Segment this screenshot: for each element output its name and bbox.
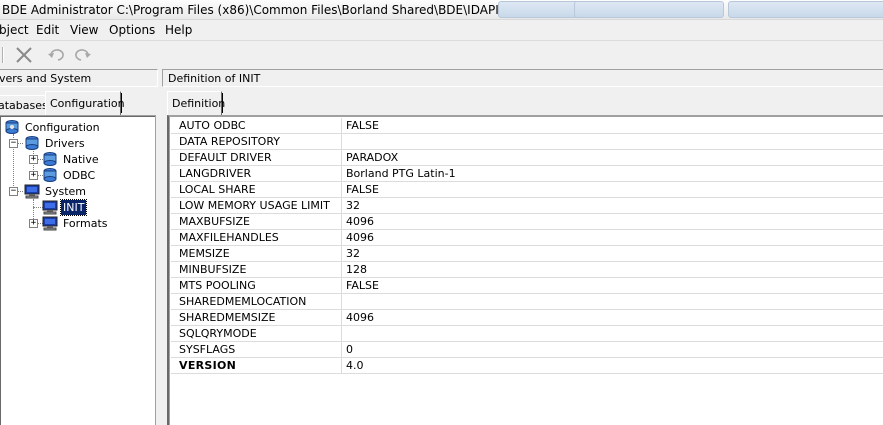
tab-definition[interactable]: Definition	[167, 91, 225, 115]
expand-formats-toggle[interactable]: +	[29, 219, 38, 228]
table-row[interactable]: DATA REPOSITORY	[171, 134, 883, 150]
configuration-tree[interactable]: − + + − + Configuration Drivers Native O…	[0, 115, 156, 425]
menu-options[interactable]: Options	[109, 23, 155, 37]
tree-node-label: ODBC	[63, 168, 96, 182]
param-name: SYSFLAGS	[179, 343, 236, 356]
tree-node-configuration[interactable]: Configuration	[4, 119, 102, 135]
tree-node-drivers[interactable]: Drivers	[24, 135, 87, 151]
table-row[interactable]: MAXBUFSIZE 4096	[171, 214, 883, 230]
table-row[interactable]: MINBUFSIZE 128	[171, 262, 883, 278]
param-name: VERSION	[179, 359, 237, 372]
title-bar: BDE Administrator C:\Program Files (x86)…	[0, 0, 883, 20]
tree-node-native[interactable]: Native	[42, 151, 101, 167]
param-name: SHAREDMEMLOCATION	[179, 295, 307, 308]
param-name: DEFAULT DRIVER	[179, 151, 272, 164]
pane-splitter[interactable]	[158, 69, 162, 425]
menu-edit[interactable]: Edit	[36, 23, 59, 37]
param-value[interactable]: FALSE	[346, 279, 379, 292]
computer-icon	[42, 215, 58, 231]
table-row[interactable]: MAXFILEHANDLES 4096	[171, 230, 883, 246]
database-icon	[42, 151, 58, 167]
menu-object[interactable]: bject	[0, 23, 29, 37]
tab-configuration[interactable]: Configuration	[45, 91, 125, 115]
drivers-icon	[24, 135, 40, 151]
expand-odbc-toggle[interactable]: +	[29, 171, 38, 180]
background-window-tab	[498, 1, 583, 18]
table-row[interactable]: DEFAULT DRIVER PARADOX	[171, 150, 883, 166]
tree-node-formats[interactable]: Formats	[42, 215, 110, 231]
tree-node-label: System	[45, 184, 87, 198]
tree-node-init[interactable]: INIT	[42, 198, 88, 216]
menu-view[interactable]: View	[70, 23, 98, 37]
menu-help[interactable]: Help	[165, 23, 192, 37]
param-value[interactable]: 4096	[346, 311, 374, 324]
table-row[interactable]: SHAREDMEMLOCATION	[171, 294, 883, 310]
redo-button[interactable]	[72, 45, 94, 65]
param-value[interactable]: 4096	[346, 231, 374, 244]
undo-icon	[48, 49, 64, 61]
param-value[interactable]: 4.0	[346, 359, 364, 372]
table-row[interactable]: SQLQRYMODE	[171, 326, 883, 342]
computer-icon	[42, 199, 58, 215]
computer-icon	[24, 183, 40, 199]
expand-native-toggle[interactable]: +	[29, 155, 38, 164]
table-row[interactable]: AUTO ODBC FALSE	[171, 118, 883, 134]
background-window-tab	[574, 1, 724, 18]
param-name: AUTO ODBC	[179, 119, 246, 132]
undo-button[interactable]	[45, 45, 67, 65]
table-row[interactable]: LOW MEMORY USAGE LIMIT 32	[171, 198, 883, 214]
tree-node-odbc[interactable]: ODBC	[42, 167, 97, 183]
param-name: MAXBUFSIZE	[179, 215, 250, 228]
param-value[interactable]: FALSE	[346, 119, 379, 132]
tree-node-label: Configuration	[25, 120, 100, 134]
param-name: LOW MEMORY USAGE LIMIT	[179, 199, 330, 212]
param-name: SQLQRYMODE	[179, 327, 257, 340]
cancel-button[interactable]	[13, 45, 35, 65]
tree-node-label: Native	[63, 152, 99, 166]
right-pane-header: Definition of INIT	[162, 69, 883, 87]
param-name: MEMSIZE	[179, 247, 230, 260]
menu-bar: bject Edit View Options Help	[0, 20, 883, 40]
left-pane-header: vers and System	[0, 69, 158, 87]
table-row[interactable]: MTS POOLING FALSE	[171, 278, 883, 294]
collapse-system-toggle[interactable]: −	[9, 187, 18, 196]
toolbar-separator	[2, 47, 4, 63]
param-name: LANGDRIVER	[179, 167, 252, 180]
database-icon	[42, 167, 58, 183]
table-row[interactable]: VERSION 4.0	[171, 358, 883, 374]
definition-grid[interactable]: AUTO ODBC FALSE DATA REPOSITORY DEFAULT D…	[167, 115, 883, 425]
param-value[interactable]: 128	[346, 263, 367, 276]
param-value[interactable]: PARADOX	[346, 151, 398, 164]
cancel-x-icon	[16, 47, 32, 63]
param-name: MAXFILEHANDLES	[179, 231, 279, 244]
tree-node-label: INIT	[59, 198, 88, 216]
tab-databases[interactable]: atabases	[0, 95, 48, 116]
param-value[interactable]: 32	[346, 199, 360, 212]
table-row[interactable]: MEMSIZE 32	[171, 246, 883, 262]
tree-node-label: Drivers	[45, 136, 85, 150]
param-name: SHAREDMEMSIZE	[179, 311, 276, 324]
param-name: MINBUFSIZE	[179, 263, 247, 276]
param-value[interactable]: FALSE	[346, 183, 379, 196]
toolbar	[0, 40, 883, 69]
param-value[interactable]: 4096	[346, 215, 374, 228]
table-row[interactable]: SHAREDMEMSIZE 4096	[171, 310, 883, 326]
redo-icon	[75, 49, 91, 61]
tree-node-system[interactable]: System	[24, 183, 88, 199]
param-value[interactable]: 32	[346, 247, 360, 260]
configuration-icon	[4, 119, 20, 135]
param-name: DATA REPOSITORY	[179, 135, 280, 148]
tree-node-label: Formats	[63, 216, 108, 230]
collapse-drivers-toggle[interactable]: −	[9, 139, 18, 148]
background-window-tab	[728, 1, 883, 18]
window-title: BDE Administrator C:\Program Files (x86)…	[2, 3, 543, 17]
table-row[interactable]: LANGDRIVER Borland PTG Latin-1	[171, 166, 883, 182]
table-row[interactable]: SYSFLAGS 0	[171, 342, 883, 358]
param-name: MTS POOLING	[179, 279, 256, 292]
param-value[interactable]: Borland PTG Latin-1	[346, 167, 456, 180]
param-value[interactable]: 0	[346, 343, 353, 356]
table-row[interactable]: LOCAL SHARE FALSE	[171, 182, 883, 198]
param-name: LOCAL SHARE	[179, 183, 256, 196]
